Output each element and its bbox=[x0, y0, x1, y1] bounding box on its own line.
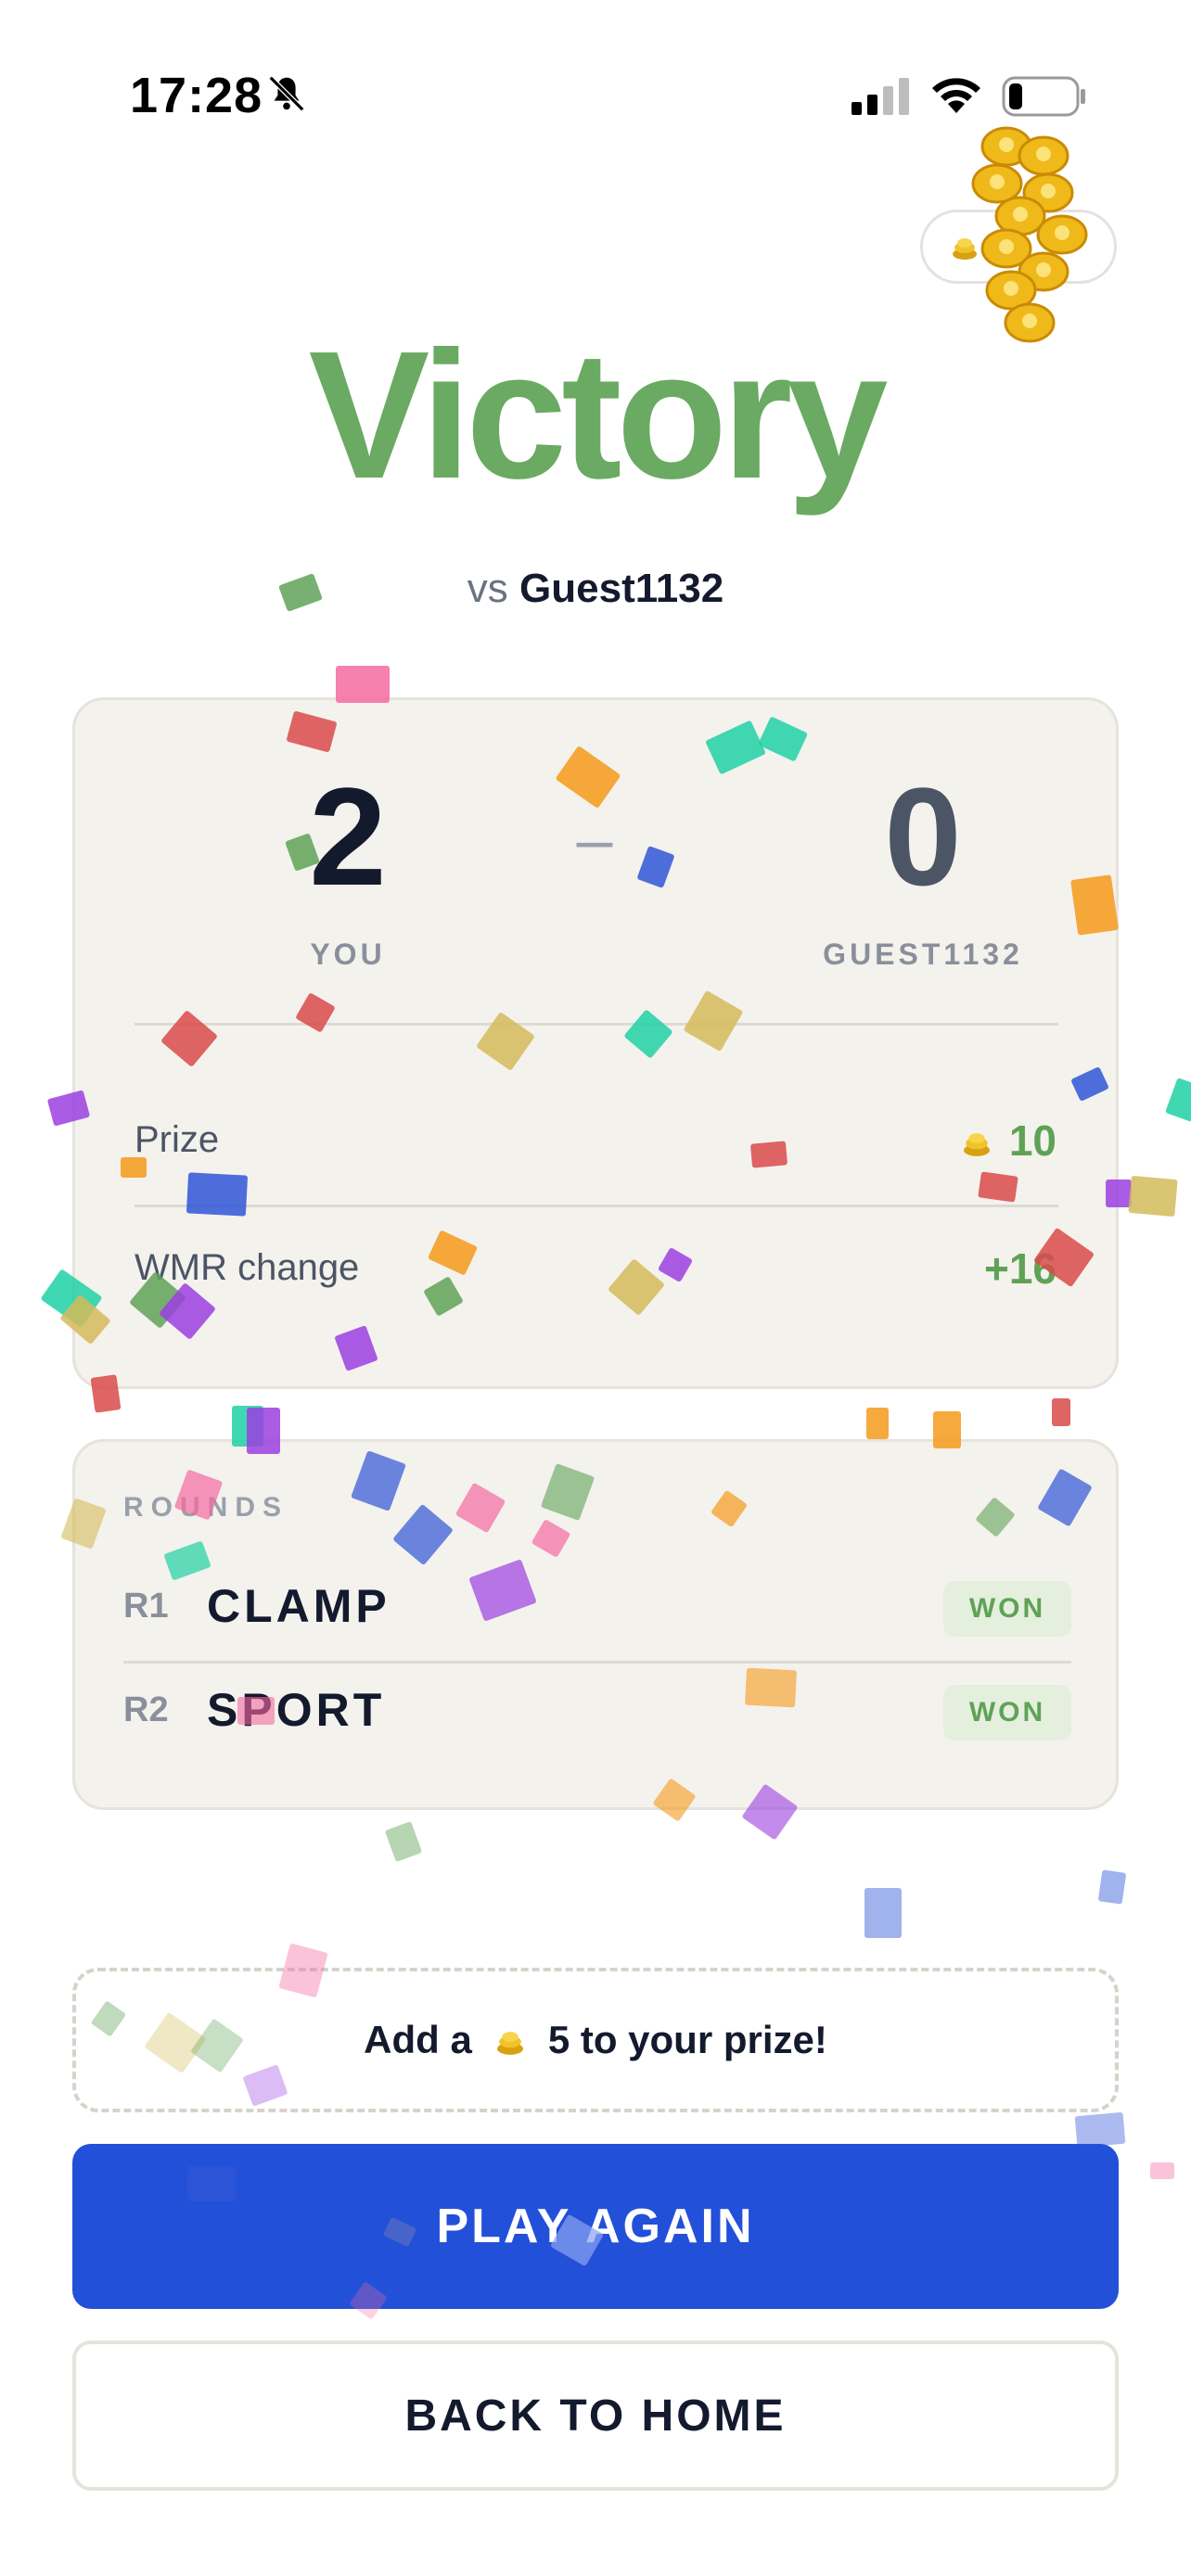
your-score: 2 bbox=[309, 759, 387, 914]
opponent-name: Guest1132 bbox=[519, 566, 724, 611]
bonus-offer[interactable]: Add a 5 to your prize! bbox=[72, 1968, 1119, 2112]
round-word: CLAMP bbox=[207, 1580, 391, 1632]
rounds-title: ROUNDS bbox=[123, 1492, 289, 1523]
opponent-label: GUEST1132 bbox=[823, 937, 1023, 971]
status-time: 17:28 bbox=[130, 68, 263, 123]
round-row: R1 CLAMP WON bbox=[123, 1562, 1071, 1655]
coin-icon bbox=[496, 2032, 523, 2055]
divider bbox=[134, 1205, 1058, 1207]
round-word: SPORT bbox=[207, 1684, 386, 1736]
round-id: R2 bbox=[123, 1690, 169, 1729]
cellular-signal-icon bbox=[852, 78, 909, 115]
prize-label: Prize bbox=[134, 1119, 220, 1160]
score-card: 2 – 0 YOU GUEST1132 Prize 10 WMR change … bbox=[72, 697, 1119, 1389]
battery-icon bbox=[1002, 76, 1085, 117]
play-again-button[interactable]: PLAY AGAIN bbox=[72, 2144, 1119, 2309]
back-to-home-button[interactable]: BACK TO HOME bbox=[72, 2340, 1119, 2491]
silent-bell-icon bbox=[268, 75, 305, 112]
your-label: YOU bbox=[310, 937, 386, 971]
opponent-score: 0 bbox=[884, 759, 962, 914]
prize-value: 10 bbox=[961, 1116, 1057, 1166]
victory-title: Victory bbox=[308, 313, 889, 516]
wmr-label: WMR change bbox=[134, 1247, 360, 1288]
bonus-prefix: Add a bbox=[364, 2018, 472, 2061]
coin-pile-icon bbox=[971, 126, 1088, 343]
round-result-badge: WON bbox=[943, 1685, 1071, 1741]
wifi-icon bbox=[932, 78, 980, 113]
rounds-card: ROUNDS R1 CLAMP WON R2 SPORT WON bbox=[72, 1439, 1119, 1810]
round-row: R2 SPORT WON bbox=[123, 1666, 1071, 1759]
prize-amount: 10 bbox=[1008, 1116, 1057, 1165]
vs-prefix: vs bbox=[467, 566, 508, 611]
divider bbox=[123, 1661, 1071, 1664]
round-result-badge: WON bbox=[943, 1581, 1071, 1637]
opponent-line: vs Guest1132 bbox=[0, 566, 1191, 612]
divider bbox=[134, 1023, 1058, 1026]
coin-icon bbox=[963, 1132, 990, 1156]
wmr-value: +16 bbox=[983, 1244, 1057, 1293]
bonus-suffix: 5 to your prize! bbox=[547, 2018, 827, 2061]
round-id: R1 bbox=[123, 1587, 169, 1626]
score-separator: – bbox=[576, 803, 613, 875]
